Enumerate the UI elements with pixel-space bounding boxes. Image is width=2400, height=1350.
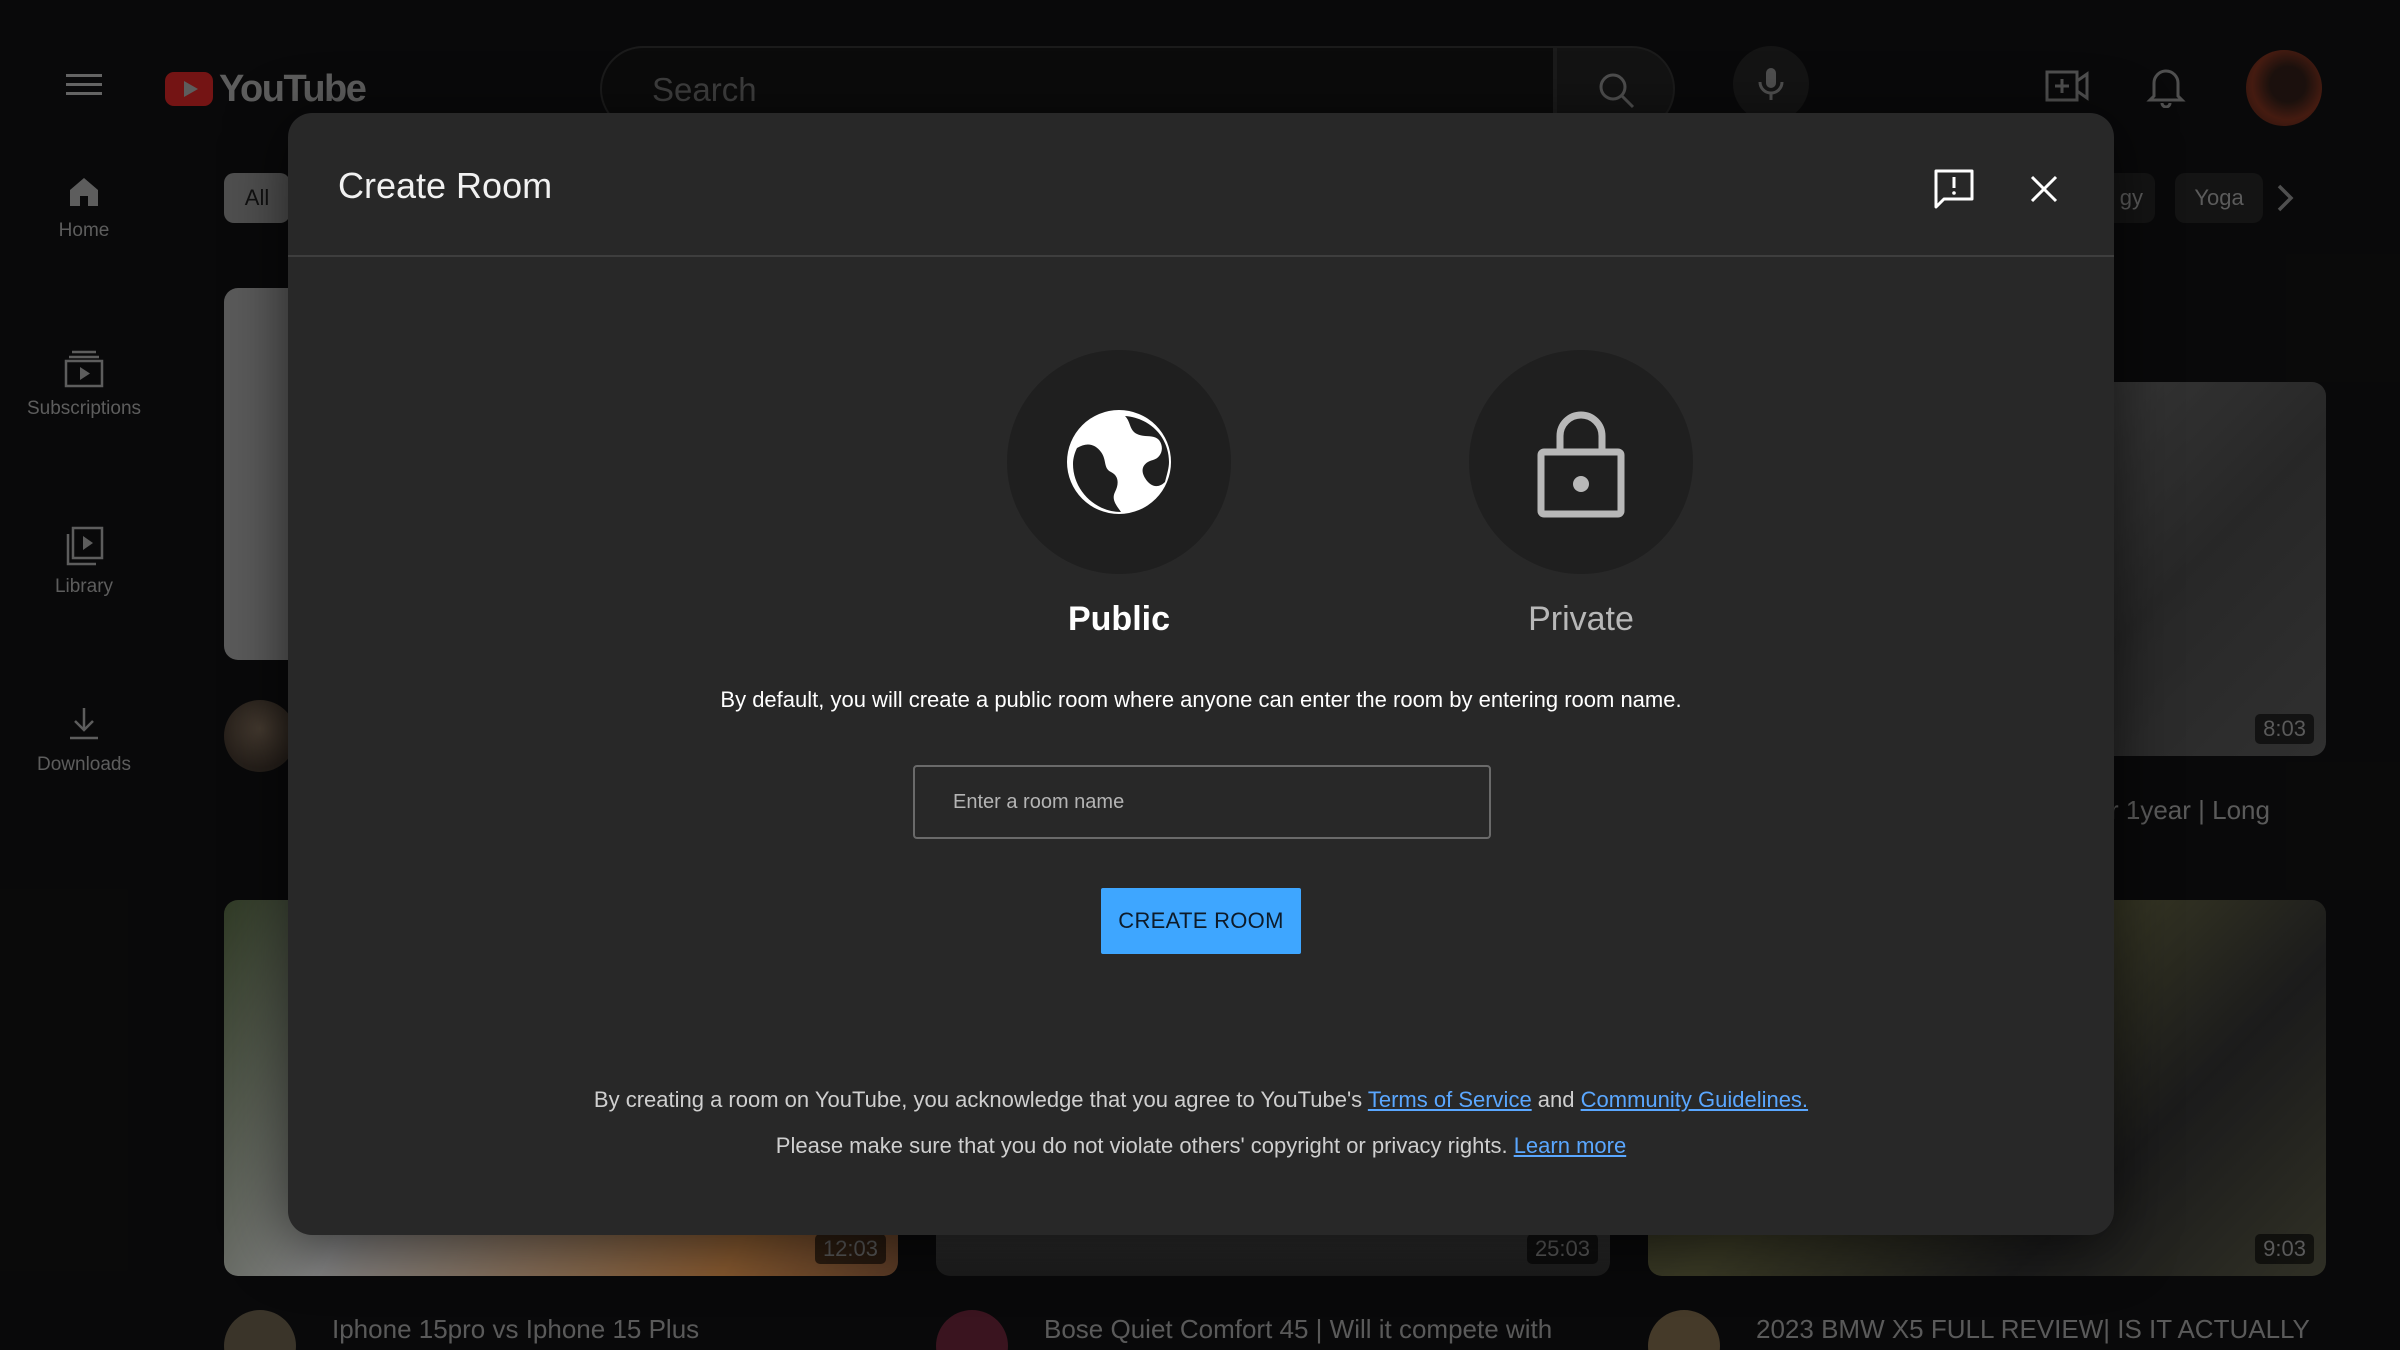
community-guidelines-link[interactable]: Community Guidelines. [1581, 1087, 1808, 1112]
feedback-button[interactable] [1924, 159, 1984, 219]
lock-icon [1537, 411, 1625, 518]
public-room-option[interactable]: Public [969, 350, 1269, 639]
public-option-label: Public [1067, 600, 1171, 638]
dialog-header: Create Room [288, 113, 2114, 257]
terms-of-service-link[interactable]: Terms of Service [1368, 1087, 1532, 1112]
legal-notice-line-1: By creating a room on YouTube, you ackno… [288, 1087, 2114, 1113]
private-option-label: Private [1528, 600, 1634, 638]
legal-text: By creating a room on YouTube, you ackno… [593, 1087, 1368, 1112]
close-icon [2030, 175, 2058, 203]
room-description: By default, you will create a public roo… [720, 687, 1682, 712]
legal-text: Please make sure that you do not violate… [775, 1133, 1514, 1158]
create-room-button[interactable]: CREATE ROOM [1101, 888, 1301, 954]
private-option-circle [1469, 350, 1693, 574]
feedback-icon [1934, 169, 1974, 209]
legal-notice-line-2: Please make sure that you do not violate… [288, 1133, 2114, 1159]
globe-icon [1067, 410, 1171, 514]
create-room-dialog: Create Room Public Private By default, y… [288, 113, 2114, 1235]
room-name-input[interactable] [913, 765, 1491, 839]
learn-more-link[interactable]: Learn more [1514, 1133, 1627, 1158]
dialog-title: Create Room [338, 165, 553, 206]
public-option-circle [1007, 350, 1231, 574]
legal-text: and [1531, 1087, 1581, 1112]
close-button[interactable] [2014, 159, 2074, 219]
private-room-option[interactable]: Private [1431, 350, 1731, 639]
